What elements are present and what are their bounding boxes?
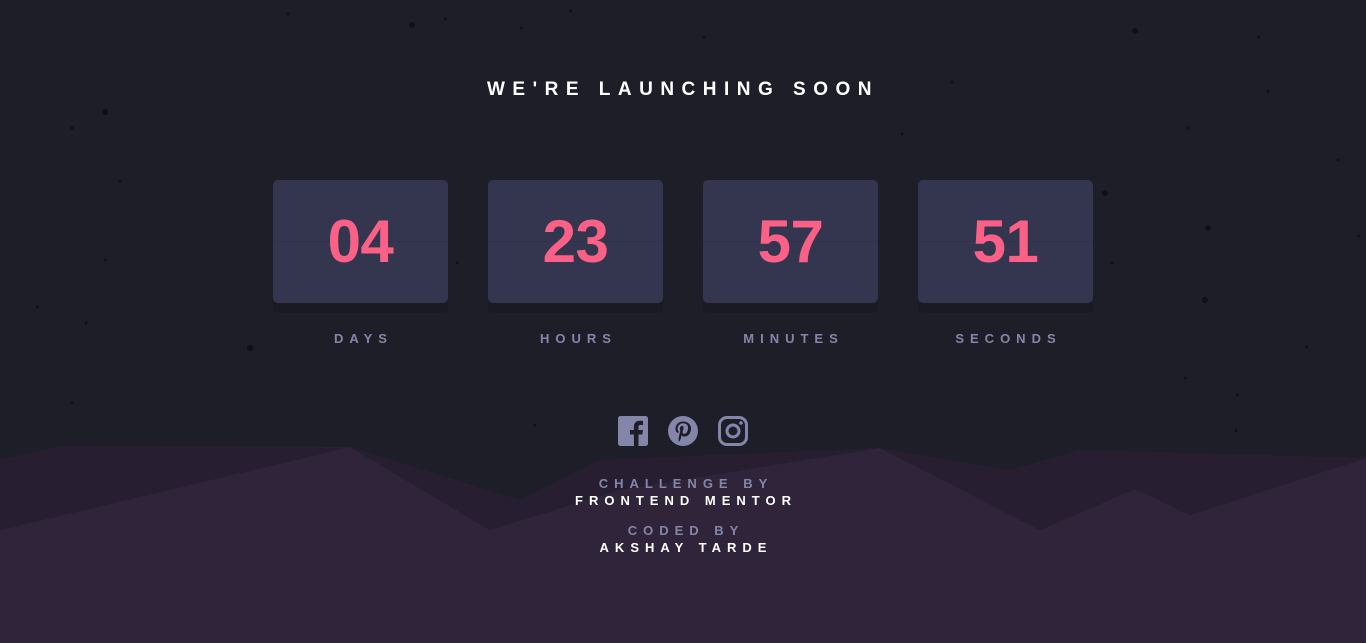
countdown-value: 51 (972, 208, 1039, 275)
countdown-label: SECONDS (955, 331, 1062, 346)
flip-card: 51 (918, 180, 1093, 313)
frontend-mentor-link[interactable]: FRONTEND MENTOR (575, 493, 797, 508)
countdown-label: HOURS (540, 331, 617, 346)
pinterest-icon[interactable] (668, 416, 698, 446)
flip-card: 57 (703, 180, 878, 313)
social-links (0, 416, 1366, 446)
countdown-minutes: 57 MINUTES (703, 180, 878, 346)
coder-credit: CODED BY AKSHAY TARDE (0, 522, 1366, 556)
flip-card: 23 (488, 180, 663, 313)
countdown-label: DAYS (334, 331, 393, 346)
countdown-days: 04 DAYS (273, 180, 448, 346)
challenge-credit: CHALLENGE BY FRONTEND MENTOR (0, 475, 1366, 509)
countdown-label: MINUTES (743, 331, 844, 346)
coded-by-label: CODED BY (627, 523, 745, 538)
countdown-value: 04 (327, 208, 394, 275)
author-link[interactable]: AKSHAY TARDE (600, 540, 773, 555)
instagram-icon[interactable] (718, 416, 748, 446)
challenge-label: CHALLENGE BY (598, 476, 774, 491)
facebook-icon[interactable] (618, 416, 648, 446)
countdown-value: 23 (542, 208, 609, 275)
countdown-value: 57 (757, 208, 824, 275)
flip-card: 04 (273, 180, 448, 313)
countdown-hours: 23 HOURS (488, 180, 663, 346)
countdown-seconds: 51 SECONDS (918, 180, 1093, 346)
page-title: WE'RE LAUNCHING SOON (486, 79, 880, 100)
